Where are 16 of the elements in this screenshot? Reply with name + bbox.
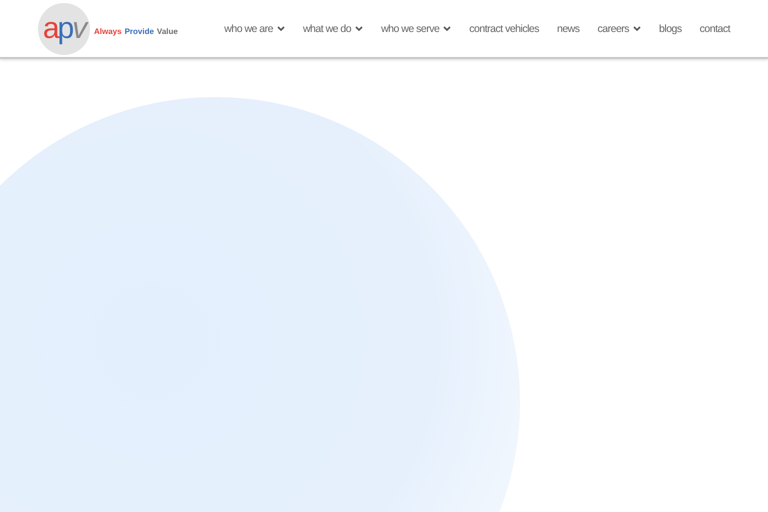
chevron-down-icon <box>355 26 364 32</box>
chevron-down-icon <box>443 26 452 32</box>
nav-link[interactable]: what we do <box>302 22 364 34</box>
nav-link[interactable]: careers <box>598 22 642 34</box>
logo-tagline-word: Always <box>94 27 122 36</box>
nav-link[interactable]: news <box>557 22 580 34</box>
nav-link[interactable]: contact <box>700 22 730 34</box>
nav-link[interactable]: blogs <box>659 22 682 34</box>
logo-tagline-word: Value <box>156 27 178 36</box>
chevron-down-icon <box>276 26 285 32</box>
nav-link[interactable]: who we serve <box>381 22 452 34</box>
nav-link[interactable]: who we are <box>224 22 285 34</box>
chevron-down-icon <box>633 26 642 32</box>
nav-link[interactable]: contract vehicles <box>469 22 539 34</box>
logo-tagline-word: Provide <box>124 27 154 36</box>
logo-mark[interactable]: apv <box>38 2 90 54</box>
